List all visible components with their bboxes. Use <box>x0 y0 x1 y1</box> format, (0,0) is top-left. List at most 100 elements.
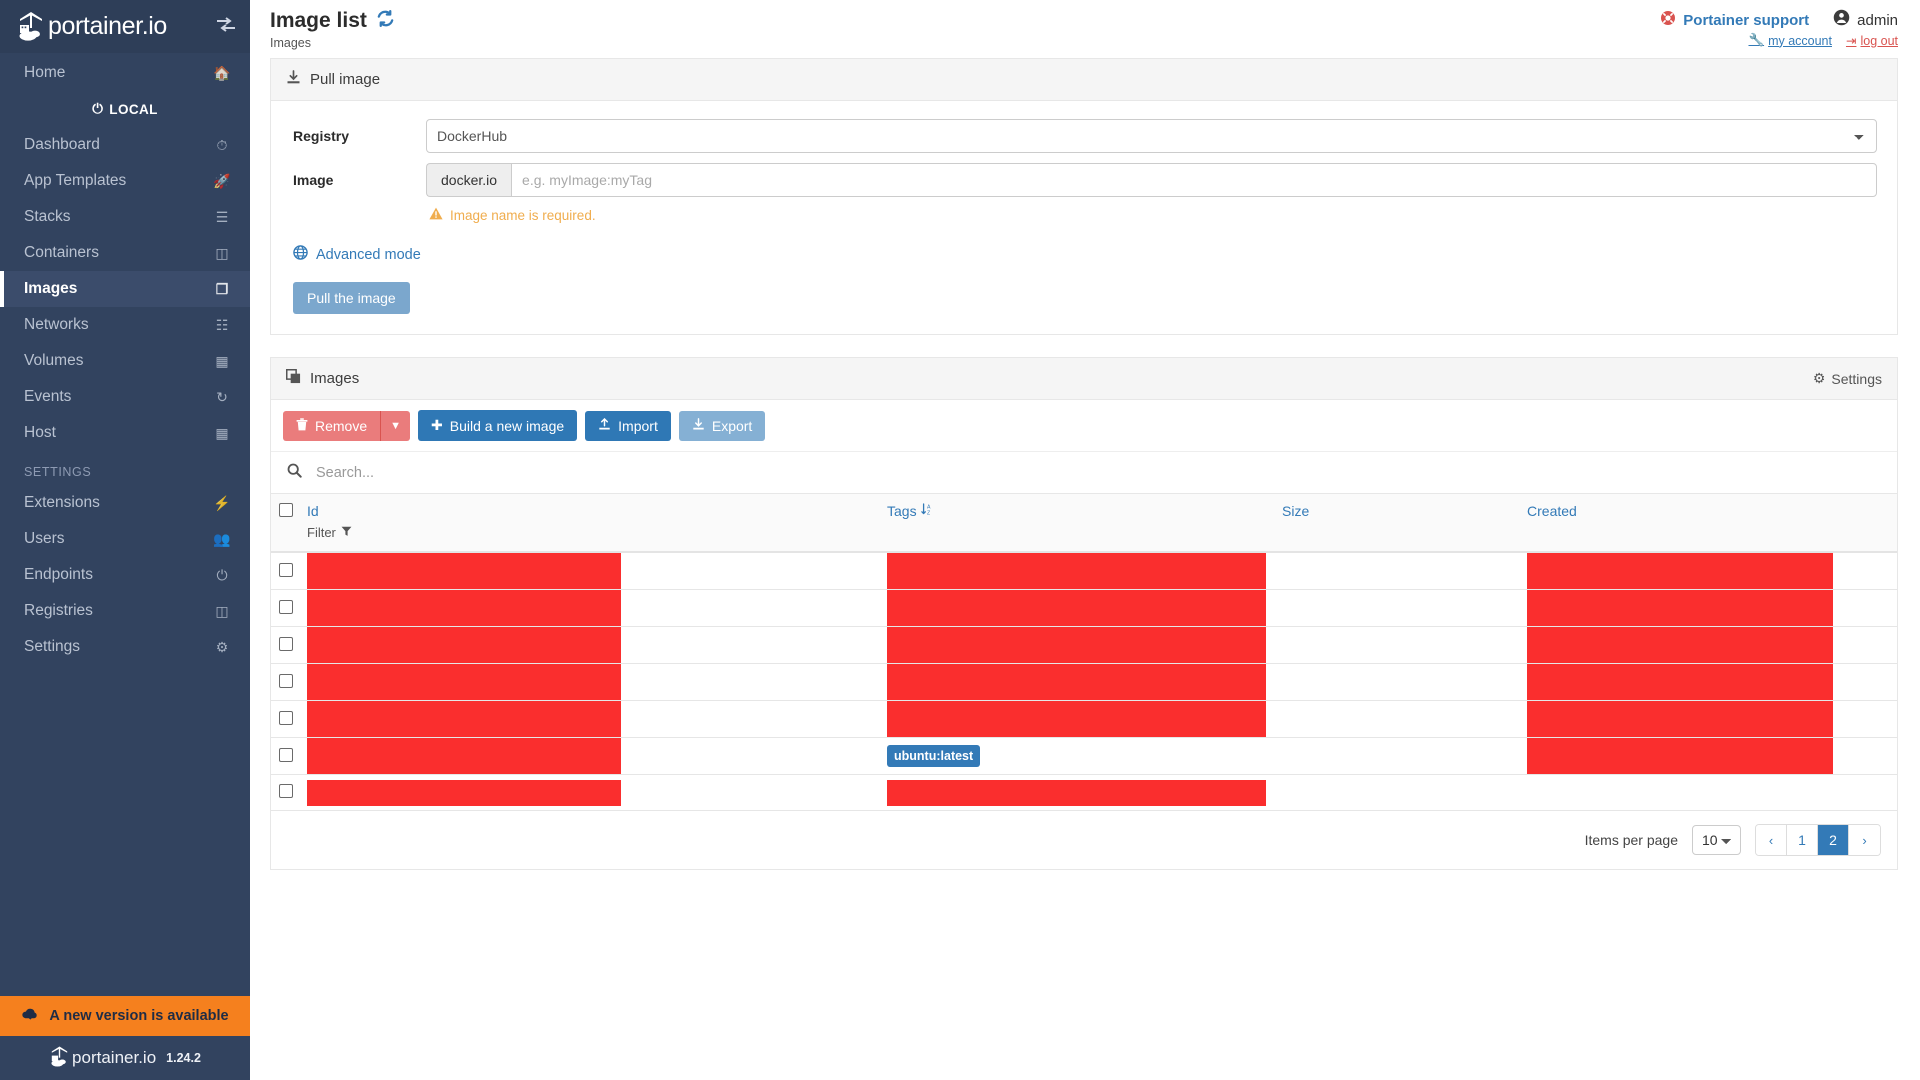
pager-next-button[interactable]: › <box>1849 825 1880 855</box>
sidebar-item-app-templates[interactable]: App Templates 🚀 <box>0 163 250 199</box>
sidebar-item-label: Dashboard <box>24 136 100 154</box>
export-button[interactable]: Export <box>679 411 765 441</box>
sidebar-item-label: Registries <box>24 602 93 620</box>
portainer-crane-logo-icon <box>16 10 46 44</box>
sidebar-item-volumes[interactable]: Volumes ▦ <box>0 343 250 379</box>
table-row[interactable] <box>271 627 1897 664</box>
sidebar-item-containers[interactable]: Containers ◫ <box>0 235 250 271</box>
pull-the-image-button[interactable]: Pull the image <box>293 282 410 314</box>
my-account-link[interactable]: 🔧 my account <box>1748 33 1832 48</box>
sidebar-item-home[interactable]: Home 🏠 <box>0 55 250 91</box>
user-label: admin <box>1857 12 1898 29</box>
page-title-text: Image list <box>270 9 367 33</box>
row-size-cell <box>1519 738 1841 775</box>
pull-image-panel-body: Registry DockerHub Image docker.io <box>271 101 1897 334</box>
image-name-warning: Image name is required. <box>429 207 1877 223</box>
build-new-image-label: Build a new image <box>450 418 564 434</box>
sidebar-item-stacks[interactable]: Stacks ☰ <box>0 199 250 235</box>
pager-page-1[interactable]: 1 <box>1787 825 1818 855</box>
sidebar-item-events[interactable]: Events ↻ <box>0 379 250 415</box>
tachometer-icon: ⏱ <box>212 137 232 154</box>
cogs-icon: ⚙ <box>212 639 232 656</box>
image-name-input[interactable] <box>511 163 1877 197</box>
table-row[interactable] <box>271 775 1897 811</box>
new-version-banner[interactable]: A new version is available <box>0 996 250 1036</box>
row-spacer-cell <box>1274 627 1519 664</box>
lifebuoy-icon <box>1660 10 1676 30</box>
plus-icon: ✚ <box>431 417 443 434</box>
sidebar-item-dashboard[interactable]: Dashboard ⏱ <box>0 127 250 163</box>
brand-logo[interactable]: portainer.io <box>16 10 167 44</box>
user-menu[interactable]: admin <box>1833 9 1898 31</box>
remove-button-group: Remove ▼ <box>283 411 410 441</box>
pager-page-2[interactable]: 2 <box>1818 825 1849 855</box>
row-checkbox[interactable] <box>279 600 293 614</box>
build-new-image-button[interactable]: ✚ Build a new image <box>418 410 577 441</box>
sidebar-item-host[interactable]: Host ▦ <box>0 415 250 451</box>
row-tags-cell <box>879 627 1274 664</box>
row-spacer-cell <box>629 590 879 627</box>
select-all-checkbox[interactable] <box>279 503 293 517</box>
row-checkbox[interactable] <box>279 711 293 725</box>
table-row[interactable] <box>271 701 1897 738</box>
items-per-page-select[interactable]: 10 <box>1692 825 1741 855</box>
pull-image-panel-header: Pull image <box>271 59 1897 101</box>
row-checkbox[interactable] <box>279 748 293 762</box>
id-sort-link[interactable]: Id <box>307 503 319 519</box>
tag-badge[interactable]: ubuntu:latest <box>887 745 980 767</box>
download-icon <box>286 70 301 89</box>
size-sort-link[interactable]: Size <box>1282 503 1309 519</box>
warning-triangle-icon <box>429 207 443 223</box>
import-button-label: Import <box>618 418 658 434</box>
search-input[interactable] <box>314 464 1881 482</box>
row-tags-cell <box>879 552 1274 590</box>
refresh-sync-icon[interactable] <box>376 9 395 33</box>
remove-dropdown-caret-icon[interactable]: ▼ <box>380 411 410 441</box>
row-checkbox[interactable] <box>279 784 293 798</box>
content-area: Pull image Registry DockerHub Image <box>250 58 1920 870</box>
tags-sort-link[interactable]: Tags A Z <box>887 503 933 519</box>
sidebar-item-label: Settings <box>24 638 80 656</box>
table-row[interactable]: ubuntu:latest <box>271 738 1897 775</box>
portainer-support-link[interactable]: Portainer support <box>1660 10 1809 30</box>
breadcrumb: Images <box>270 36 395 50</box>
sidebar-collapse-icon[interactable] <box>216 17 236 36</box>
table-header-row: Id Filter <box>271 494 1897 552</box>
id-filter-control[interactable]: Filter <box>307 525 871 540</box>
import-button[interactable]: Import <box>585 411 671 441</box>
redacted-id <box>307 701 621 737</box>
sidebar-item-images[interactable]: Images ❐ <box>0 271 250 307</box>
row-checkbox[interactable] <box>279 674 293 688</box>
image-label: Image <box>291 172 426 188</box>
sidebar-item-users[interactable]: Users 👥 <box>0 521 250 557</box>
sidebar-item-networks[interactable]: Networks ☷ <box>0 307 250 343</box>
row-created-cell <box>1841 664 1897 701</box>
pager-prev-button[interactable]: ‹ <box>1756 825 1787 855</box>
page-heading-block: Image list Images <box>270 9 395 50</box>
redacted-id <box>307 553 621 589</box>
row-id-cell <box>299 627 629 664</box>
sidebar-item-settings[interactable]: Settings ⚙ <box>0 629 250 665</box>
log-out-link[interactable]: ⇥ log out <box>1846 33 1898 48</box>
redacted-tags <box>887 701 1266 737</box>
topbar: Image list Images <box>250 0 1920 58</box>
registry-select[interactable]: DockerHub <box>426 119 1877 153</box>
sidebar-item-registries[interactable]: Registries ◫ <box>0 593 250 629</box>
table-row[interactable] <box>271 664 1897 701</box>
cloud-download-icon <box>21 1007 40 1026</box>
images-settings-link[interactable]: ⚙ Settings <box>1813 370 1882 387</box>
sidebar-item-endpoints[interactable]: Endpoints ⏻ <box>0 557 250 593</box>
row-created-cell <box>1841 627 1897 664</box>
created-sort-link[interactable]: Created <box>1527 503 1577 519</box>
pull-image-title: Pull image <box>310 71 380 88</box>
row-checkbox[interactable] <box>279 637 293 651</box>
items-per-page-label: Items per page <box>1585 832 1678 848</box>
advanced-mode-link[interactable]: Advanced mode <box>293 245 1877 264</box>
footer-brand: portainer.io <box>49 1045 156 1072</box>
table-row[interactable] <box>271 590 1897 627</box>
remove-button[interactable]: Remove <box>283 411 380 441</box>
table-row[interactable] <box>271 552 1897 590</box>
row-checkbox[interactable] <box>279 563 293 577</box>
history-icon: ↻ <box>212 389 232 406</box>
sidebar-item-extensions[interactable]: Extensions ⚡ <box>0 485 250 521</box>
